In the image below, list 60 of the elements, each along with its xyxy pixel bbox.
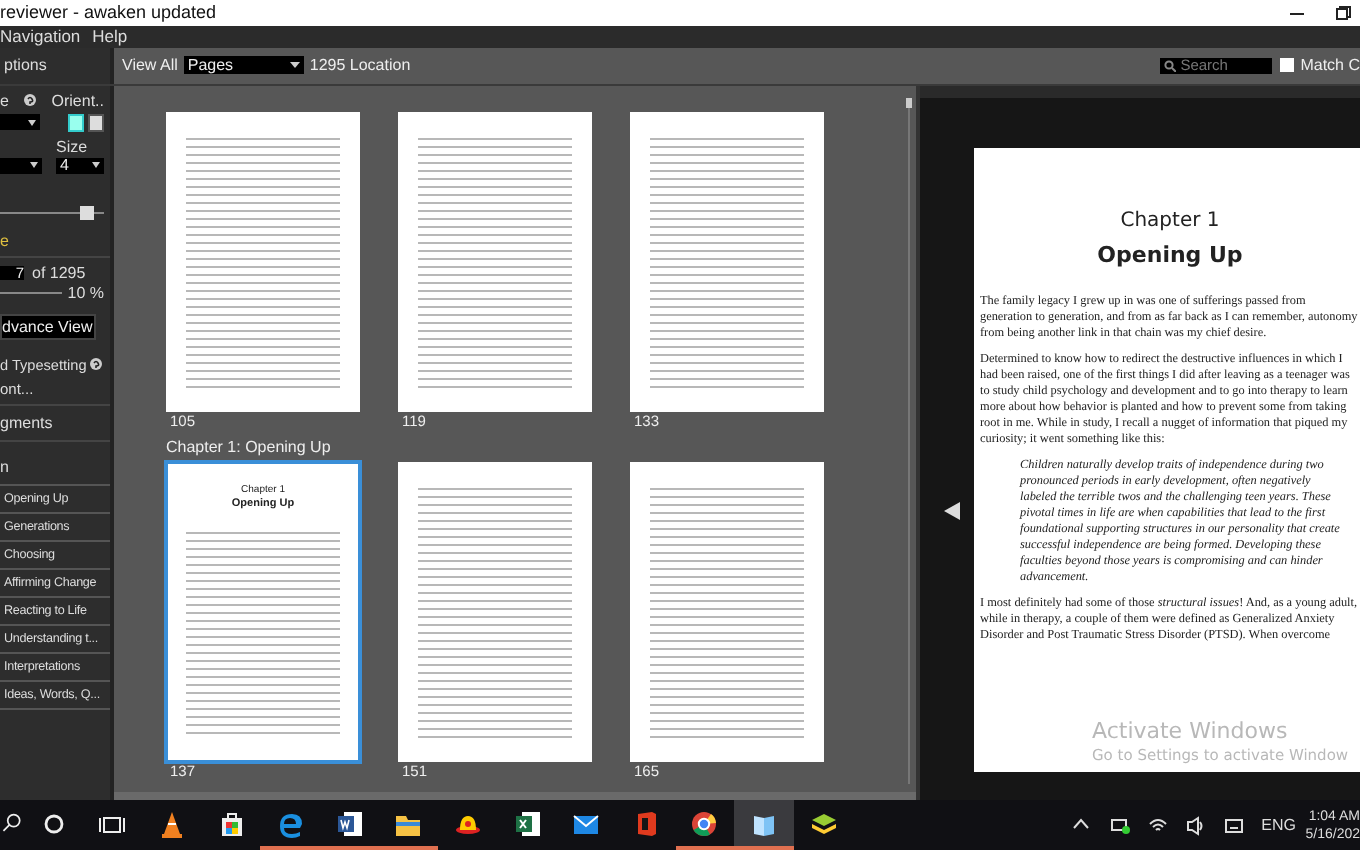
zoom-reading: 10 % xyxy=(67,283,104,302)
caret-icon xyxy=(28,119,36,126)
setting-label: e xyxy=(0,91,9,110)
search-icon xyxy=(1164,59,1177,72)
section-header: gments xyxy=(0,411,55,436)
cone-icon xyxy=(157,809,186,838)
document-icon xyxy=(335,809,364,838)
restore-icon[interactable] xyxy=(1334,3,1352,22)
chapter-title: Opening Up xyxy=(1095,241,1245,270)
menu-item[interactable]: Help xyxy=(92,26,128,47)
chapter-label: Chapter 1: Opening Up xyxy=(166,437,333,458)
circle-icon[interactable] xyxy=(39,809,68,838)
spreadsheet-icon xyxy=(513,809,542,838)
match-case-checkbox[interactable] xyxy=(1280,58,1295,73)
size-dropdown[interactable]: 4 xyxy=(56,157,104,174)
portrait-icon[interactable] xyxy=(68,113,84,132)
slider-thumb[interactable] xyxy=(80,205,95,220)
caret-icon xyxy=(30,162,38,169)
caret-icon xyxy=(92,162,100,169)
chapter-number: Chapter 1 xyxy=(1118,207,1222,234)
window-title: reviewer - awaken updated xyxy=(0,2,217,23)
orientation-label: Orient.. xyxy=(51,91,104,110)
help-icon xyxy=(92,359,101,370)
view-dropdown[interactable]: Pages xyxy=(183,56,304,75)
page-thumbnail[interactable] xyxy=(398,461,592,762)
size-label: Size xyxy=(56,137,90,156)
note-text: e xyxy=(0,231,11,250)
language-indicator[interactable]: ENG xyxy=(1253,800,1308,850)
left-triangle-icon[interactable] xyxy=(944,501,960,520)
horizontal-scrollbar[interactable] xyxy=(114,792,916,801)
stack-icon xyxy=(809,809,838,838)
landscape-icon[interactable] xyxy=(88,113,104,132)
page-thumbnail[interactable] xyxy=(166,111,360,412)
question-icon xyxy=(26,95,35,106)
panel-header: ptions xyxy=(2,56,47,75)
letter-e-icon xyxy=(276,809,305,838)
page-thumbnail[interactable] xyxy=(630,111,824,412)
taskbar-app[interactable] xyxy=(734,800,794,850)
envelope-icon xyxy=(572,809,601,838)
advance-view-button[interactable]: dvance View xyxy=(0,313,96,340)
dropdown[interactable] xyxy=(0,157,42,174)
network-icon[interactable] xyxy=(1110,815,1131,836)
caret-icon xyxy=(289,62,300,69)
match-case-label: Match C xyxy=(1300,56,1360,75)
view-label: View All xyxy=(122,56,178,75)
wheel-icon xyxy=(690,809,719,838)
scrollbar-thumb[interactable] xyxy=(906,97,912,108)
activation-title: Activate Windows xyxy=(1092,717,1290,746)
page-thumbnail[interactable] xyxy=(398,111,592,412)
volume-icon[interactable] xyxy=(1186,815,1207,836)
notification-icon[interactable] xyxy=(1224,815,1245,836)
page-thumbnail[interactable] xyxy=(630,461,824,762)
page-total: of 1295 xyxy=(32,263,86,282)
dropdown[interactable] xyxy=(0,114,40,131)
shopping-bag-icon xyxy=(217,809,246,838)
scrollbar-track[interactable] xyxy=(908,97,910,785)
menu-item[interactable]: Navigation xyxy=(0,26,81,47)
location-count: 1295 Location xyxy=(309,56,411,75)
wifi-icon[interactable] xyxy=(1148,815,1169,836)
section-header: n xyxy=(0,441,110,486)
